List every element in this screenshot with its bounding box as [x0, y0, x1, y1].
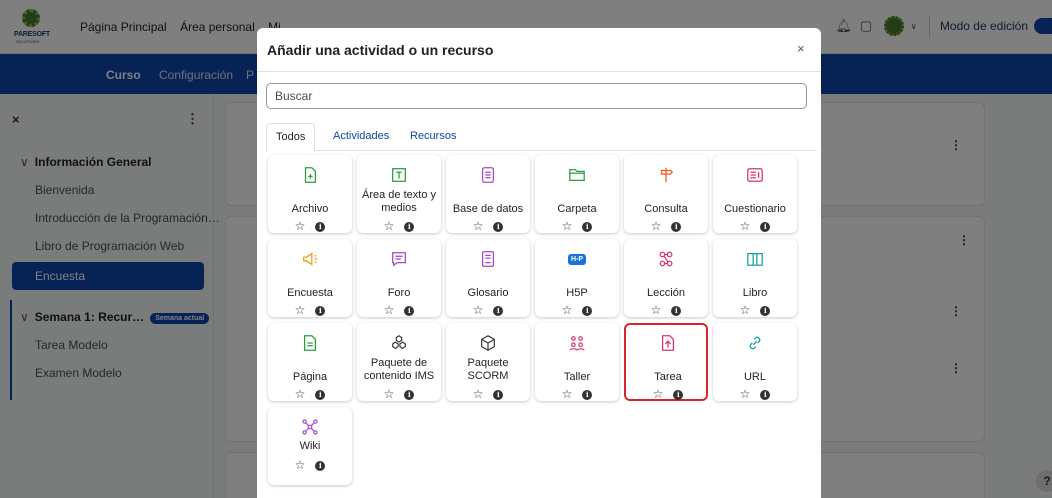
- info-icon[interactable]: i: [404, 306, 415, 316]
- file-plus-icon: [268, 166, 352, 186]
- info-icon[interactable]: i: [760, 390, 771, 400]
- star-icon[interactable]: ☆: [562, 387, 573, 401]
- info-icon[interactable]: i: [404, 222, 415, 232]
- info-icon[interactable]: i: [673, 390, 684, 400]
- info-icon[interactable]: i: [493, 306, 504, 316]
- tile-glosario[interactable]: Glosario ☆ i: [446, 239, 530, 317]
- tile-carpeta[interactable]: Carpeta ☆ i: [535, 155, 619, 233]
- tile-archivo[interactable]: Archivo ☆ i: [268, 155, 352, 233]
- tile-paquete-scorm[interactable]: Paquete SCORM ☆ i: [446, 323, 530, 401]
- search-input[interactable]: [266, 83, 807, 109]
- star-icon[interactable]: ☆: [384, 303, 395, 317]
- star-icon[interactable]: ☆: [653, 387, 664, 401]
- tile-tarea-selected[interactable]: Tarea ☆ i: [624, 323, 708, 401]
- scorm-package-icon: [446, 334, 530, 354]
- link-icon: [713, 334, 797, 354]
- page-icon: [268, 334, 352, 354]
- info-icon[interactable]: i: [760, 306, 771, 316]
- star-icon[interactable]: ☆: [651, 303, 662, 317]
- modal-title: Añadir una actividad o un recurso: [267, 42, 494, 58]
- info-icon[interactable]: i: [582, 222, 593, 232]
- tile-encuesta[interactable]: Encuesta ☆ i: [268, 239, 352, 317]
- info-icon[interactable]: i: [315, 222, 326, 232]
- tile-libro[interactable]: Libro ☆ i: [713, 239, 797, 317]
- info-icon[interactable]: i: [493, 390, 504, 400]
- tile-paquete-ims[interactable]: Paquete de contenido IMS ☆ i: [357, 323, 441, 401]
- info-icon[interactable]: i: [671, 306, 682, 316]
- chat-icon: [357, 250, 441, 270]
- star-icon[interactable]: ☆: [740, 387, 751, 401]
- info-icon[interactable]: i: [315, 306, 326, 316]
- tile-leccion[interactable]: Lección ☆ i: [624, 239, 708, 317]
- text-media-icon: [357, 166, 441, 186]
- ims-package-icon: [357, 334, 441, 354]
- workshop-icon: [535, 334, 619, 354]
- star-icon[interactable]: ☆: [473, 303, 484, 317]
- star-icon[interactable]: ☆: [562, 303, 573, 317]
- tile-base-datos[interactable]: Base de datos ☆ i: [446, 155, 530, 233]
- info-icon[interactable]: i: [671, 222, 682, 232]
- star-icon[interactable]: ☆: [295, 387, 306, 401]
- quiz-icon: [713, 166, 797, 186]
- star-icon[interactable]: ☆: [473, 387, 484, 401]
- info-icon[interactable]: i: [315, 390, 326, 400]
- info-icon[interactable]: i: [493, 222, 504, 232]
- star-icon[interactable]: ☆: [295, 219, 306, 233]
- wiki-icon: [268, 418, 352, 438]
- tile-foro[interactable]: Foro ☆ i: [357, 239, 441, 317]
- assignment-icon: [626, 334, 710, 354]
- book-icon: [713, 250, 797, 270]
- info-icon[interactable]: i: [760, 222, 771, 232]
- info-icon[interactable]: i: [582, 306, 593, 316]
- star-icon[interactable]: ☆: [740, 303, 751, 317]
- tab-todos[interactable]: Todos: [266, 123, 316, 152]
- tile-url[interactable]: URL ☆ i: [713, 323, 797, 401]
- modal-divider: [257, 71, 821, 72]
- signpost-icon: [624, 166, 708, 186]
- tile-wiki[interactable]: Wiki ☆ i: [268, 407, 352, 485]
- tile-consulta[interactable]: Consulta ☆ i: [624, 155, 708, 233]
- tile-taller[interactable]: Taller ☆ i: [535, 323, 619, 401]
- star-icon[interactable]: ☆: [384, 219, 395, 233]
- tile-h5p[interactable]: H-P H5P ☆ i: [535, 239, 619, 317]
- activity-chooser-modal: Añadir una actividad o un recurso × Todo…: [257, 28, 821, 498]
- star-icon[interactable]: ☆: [740, 219, 751, 233]
- megaphone-icon: [268, 250, 352, 270]
- info-icon[interactable]: i: [582, 390, 593, 400]
- h5p-icon: H-P: [535, 250, 619, 270]
- star-icon[interactable]: ☆: [651, 219, 662, 233]
- tile-cuestionario[interactable]: Cuestionario ☆ i: [713, 155, 797, 233]
- info-icon[interactable]: i: [315, 461, 326, 471]
- star-icon[interactable]: ☆: [384, 387, 395, 401]
- glossary-icon: [446, 250, 530, 270]
- lesson-icon: [624, 250, 708, 270]
- star-icon[interactable]: ☆: [562, 219, 573, 233]
- tab-recursos[interactable]: Recursos: [401, 123, 465, 151]
- database-icon: [446, 166, 530, 186]
- close-icon[interactable]: ×: [797, 41, 805, 56]
- folder-icon: [535, 166, 619, 186]
- info-icon[interactable]: i: [404, 390, 415, 400]
- star-icon[interactable]: ☆: [295, 458, 306, 472]
- star-icon[interactable]: ☆: [295, 303, 306, 317]
- tile-area-texto[interactable]: Área de texto y medios ☆ i: [357, 155, 441, 233]
- star-icon[interactable]: ☆: [473, 219, 484, 233]
- chooser-tabs: Todos Actividades Recursos: [266, 123, 817, 152]
- tab-actividades[interactable]: Actividades: [324, 123, 398, 151]
- tile-pagina[interactable]: Página ☆ i: [268, 323, 352, 401]
